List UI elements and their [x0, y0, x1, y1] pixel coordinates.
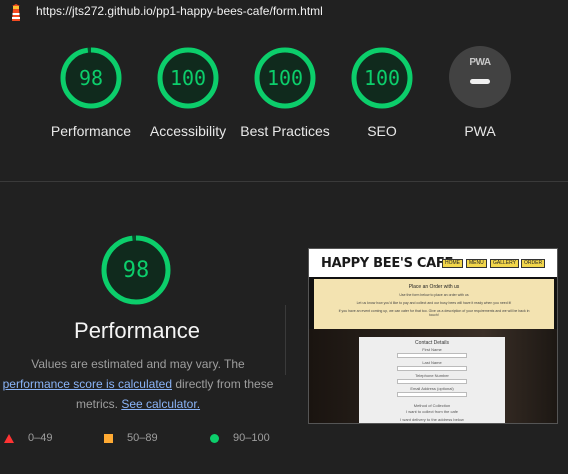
panel-title: Place an Order with us [408, 284, 460, 290]
field-label: Last Name [422, 360, 442, 365]
nav-menu: MENU [466, 259, 487, 268]
nav-home: HOME [442, 259, 463, 268]
performance-description: Values are estimated and may vary. The p… [0, 354, 276, 414]
gauge-score: 100 [169, 66, 207, 90]
square-icon [104, 433, 113, 443]
see-calculator-link[interactable]: See calculator. [121, 397, 200, 411]
page-url[interactable]: https://jts272.github.io/pp1-happy-bees-… [36, 4, 323, 18]
pwa-badge-text: PWA [469, 57, 491, 68]
triangle-icon [4, 433, 14, 443]
vertical-divider [285, 305, 286, 375]
gauge-accessibility[interactable]: 100 [156, 46, 220, 110]
gauge-best-practices[interactable]: 100 [253, 46, 317, 110]
performance-score-link[interactable]: performance score is calculated [3, 377, 172, 391]
pwa-dash-icon [470, 79, 490, 84]
panel-line: If you have an event coming up, we can c… [338, 309, 530, 317]
gauge-label-pwa: PWA [464, 123, 496, 139]
gauge-label: Best Practices [240, 123, 330, 139]
panel-line: Let us know how you'd like to pay and co… [356, 301, 512, 305]
intro-panel: Place an Order with us Use the form belo… [314, 279, 554, 329]
delivery-option: I want delivery to the address below [400, 417, 464, 422]
performance-gauge-large: 98 [100, 234, 172, 306]
performance-score: 98 [122, 257, 150, 283]
gauge-label: SEO [367, 123, 397, 139]
pwa-badge[interactable]: PWA [449, 46, 511, 108]
email-field [397, 392, 467, 397]
legend-pass: 90–100 [210, 432, 270, 444]
form-section: Method of Collection [413, 403, 451, 408]
nav-order: ORDER [521, 259, 546, 268]
panel-line: Use the form below to place an order wit… [399, 293, 469, 297]
field-label: Telephone Number [415, 373, 449, 378]
legend-range: 0–49 [28, 432, 53, 444]
gauge-label: Performance [50, 123, 132, 139]
site-header: HAPPY BEE'S CAFE HOME MENU GALLERY ORDER [309, 249, 557, 277]
url-bar: https://jts272.github.io/pp1-happy-bees-… [0, 0, 568, 26]
legend-average: 50–89 [104, 432, 158, 444]
last-name-field [397, 366, 467, 371]
gauge-label: Accessibility [149, 123, 227, 139]
lighthouse-icon [12, 4, 20, 21]
gauge-seo[interactable]: 100 [350, 46, 414, 110]
first-name-field [397, 353, 467, 358]
nav-gallery: GALLERY [490, 259, 519, 268]
circle-icon [210, 433, 219, 443]
gauge-performance[interactable]: 98 [59, 46, 123, 110]
performance-title: Performance [74, 318, 200, 343]
legend-range: 50–89 [127, 432, 158, 444]
gauge-score: 98 [78, 66, 104, 90]
telephone-field [397, 379, 467, 384]
gauge-score: 100 [266, 66, 304, 90]
collection-option: I want to collect from the cafe [405, 409, 459, 414]
legend-range: 90–100 [233, 432, 270, 444]
site-brand: HAPPY BEE'S CAFE [321, 256, 454, 271]
gauge-score: 100 [363, 66, 401, 90]
field-label: Email Address (optional) [410, 386, 454, 391]
form-title: Contact Details [415, 340, 449, 346]
order-form: Contact Details First Name Last Name Tel… [359, 337, 505, 423]
field-label: First Name [422, 347, 442, 352]
final-screenshot[interactable]: HAPPY BEE'S CAFE HOME MENU GALLERY ORDER… [308, 248, 558, 424]
desc-text: Values are estimated and may vary. The [31, 357, 245, 371]
section-divider [0, 181, 568, 182]
legend-fail: 0–49 [4, 432, 52, 444]
